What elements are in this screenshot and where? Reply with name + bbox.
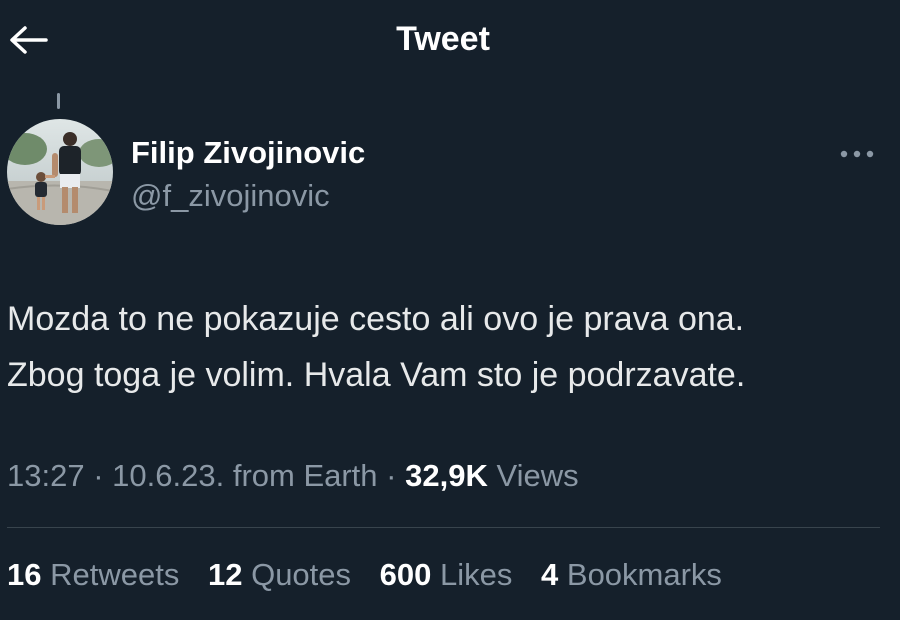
tweet-text: Mozda to ne pokazuje cesto ali ovo je pr… [7,291,892,403]
bookmarks-stat[interactable]: 4 Bookmarks [541,557,722,592]
tweet-metadata: 13:27 · 10.6.23. from Earth · 32,9K View… [7,458,579,494]
retweets-count: 16 [7,557,42,592]
tweet-text-line: Zbog toga je volim. Hvala Vam sto je pod… [7,356,746,394]
more-options-button[interactable] [832,136,882,172]
quotes-count: 12 [207,557,243,592]
tweet-text-line: Mozda to ne pokazuje cesto ali ovo je pr… [7,300,745,338]
likes-label: Likes [440,557,513,592]
retweets-label: Retweets [50,557,180,592]
page-title: Tweet [396,20,490,58]
avatar[interactable] [7,119,113,225]
tweet-time[interactable]: 13:27 [7,458,85,493]
tweet-date[interactable]: 10.6.23. [112,458,224,493]
bookmarks-count: 4 [541,557,559,592]
quotes-stat[interactable]: 12 Quotes [208,557,351,592]
divider [7,527,880,528]
views-count: 32,9K [405,458,488,493]
display-name[interactable]: Filip Zivojinovic [131,135,365,171]
likes-stat[interactable]: 600 Likes [380,557,513,592]
thread-line [57,93,60,109]
user-handle[interactable]: @f_zivojinovic [131,178,330,214]
likes-count: 600 [379,557,432,592]
separator: · [386,458,397,493]
top-bar: Tweet [0,0,900,84]
profile-photo-icon [7,119,113,225]
engagement-stats: 16 Retweets 12 Quotes 600 Likes 4 Bookma… [7,557,742,593]
views-label: Views [496,458,579,493]
tweet-source: from Earth [232,458,378,493]
separator: · [93,458,104,493]
retweets-stat[interactable]: 16 Retweets [7,557,179,592]
more-options-icon [840,150,874,158]
bookmarks-label: Bookmarks [566,557,722,592]
quotes-label: Quotes [251,557,352,592]
